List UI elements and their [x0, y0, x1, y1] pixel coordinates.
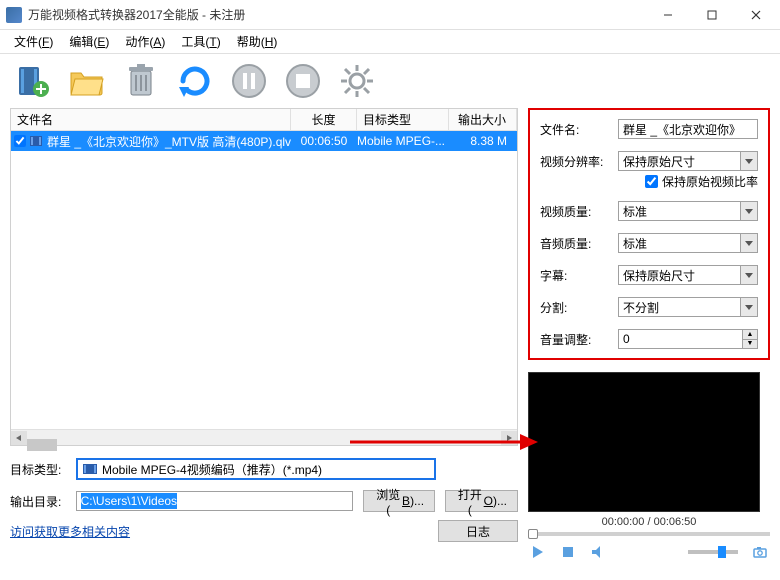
toolbar: [0, 54, 780, 108]
row-size: 8.38 M: [449, 134, 517, 148]
setting-subtitle-select[interactable]: 保持原始尺寸: [618, 265, 758, 285]
setting-volume-label: 音量调整:: [540, 331, 618, 348]
row-target: Mobile MPEG-...: [357, 134, 449, 148]
setting-aquality-select[interactable]: 标准: [618, 233, 758, 253]
volume-slider[interactable]: [688, 550, 738, 554]
chevron-down-icon[interactable]: [740, 233, 758, 253]
horizontal-scrollbar[interactable]: [11, 429, 517, 445]
stop-button[interactable]: [280, 58, 326, 104]
menu-file[interactable]: 文件(F): [6, 30, 61, 53]
app-icon: [6, 7, 22, 23]
row-filename: 群星 _《北京欢迎你》_MTV版 高清(480P).qlv: [47, 133, 291, 150]
settings-button[interactable]: [334, 58, 380, 104]
preview-time: 00:00:00 / 00:06:50: [528, 516, 770, 528]
volume-knob[interactable]: [718, 546, 726, 558]
pause-button[interactable]: [226, 58, 272, 104]
scrollbar-thumb[interactable]: [27, 439, 57, 451]
menu-tools[interactable]: 工具(T): [173, 30, 228, 53]
target-type-select[interactable]: Mobile MPEG-4视频编码（推荐）(*.mp4): [76, 458, 436, 480]
volume-icon[interactable]: [590, 544, 606, 560]
video-preview: [528, 372, 760, 512]
convert-button[interactable]: [172, 58, 218, 104]
setting-resolution-label: 视频分辨率:: [540, 153, 618, 170]
col-size[interactable]: 输出大小: [449, 109, 517, 130]
setting-resolution-select[interactable]: 保持原始尺寸: [618, 151, 758, 171]
col-length[interactable]: 长度: [291, 109, 357, 130]
setting-aquality-label: 音频质量:: [540, 235, 618, 252]
row-checkbox[interactable]: [14, 135, 26, 147]
play-button[interactable]: [530, 544, 546, 560]
menubar: 文件(F) 编辑(E) 动作(A) 工具(T) 帮助(H): [0, 30, 780, 54]
scroll-left-icon[interactable]: [11, 431, 27, 445]
chevron-down-icon[interactable]: [740, 297, 758, 317]
minimize-button[interactable]: [646, 1, 690, 29]
format-icon: [82, 462, 98, 476]
chevron-down-icon[interactable]: [740, 201, 758, 221]
row-length: 00:06:50: [291, 134, 357, 148]
setting-filename-label: 文件名:: [540, 121, 618, 138]
add-file-button[interactable]: [10, 58, 56, 104]
open-button[interactable]: 打开(O)...: [445, 490, 518, 512]
volume-input[interactable]: [618, 329, 742, 349]
target-type-label: 目标类型:: [10, 461, 66, 478]
output-dir-label: 输出目录:: [10, 493, 66, 510]
log-button[interactable]: 日志: [438, 520, 518, 542]
keep-ratio-checkbox[interactable]: [645, 175, 658, 188]
setting-volume-spinner[interactable]: ▲ ▼: [618, 329, 758, 349]
output-dir-input[interactable]: C:\Users\1\Videos: [76, 491, 354, 511]
close-button[interactable]: [734, 1, 778, 29]
chevron-down-icon[interactable]: [740, 151, 758, 171]
setting-split-label: 分割:: [540, 299, 618, 316]
target-type-value: Mobile MPEG-4视频编码（推荐）(*.mp4): [102, 461, 322, 478]
player-stop-button[interactable]: [560, 544, 576, 560]
setting-filename-input[interactable]: 群星 _《北京欢迎你》: [618, 119, 758, 139]
menu-help[interactable]: 帮助(H): [229, 30, 286, 53]
setting-subtitle-label: 字幕:: [540, 267, 618, 284]
keep-ratio-label: 保持原始视频比率: [662, 173, 758, 190]
col-filename[interactable]: 文件名: [11, 109, 291, 130]
window-title: 万能视频格式转换器2017全能版 - 未注册: [28, 6, 646, 23]
snapshot-button[interactable]: [752, 544, 768, 560]
setting-vquality-select[interactable]: 标准: [618, 201, 758, 221]
spinner-down-icon[interactable]: ▼: [742, 339, 758, 350]
col-target[interactable]: 目标类型: [357, 109, 449, 130]
titlebar: 万能视频格式转换器2017全能版 - 未注册: [0, 0, 780, 30]
progress-knob[interactable]: [528, 529, 538, 539]
spinner-up-icon[interactable]: ▲: [742, 329, 758, 339]
setting-split-select[interactable]: 不分割: [618, 297, 758, 317]
menu-edit[interactable]: 编辑(E): [61, 30, 117, 53]
delete-button[interactable]: [118, 58, 164, 104]
settings-panel: 文件名: 群星 _《北京欢迎你》 视频分辨率: 保持原始尺寸 保持原始视频比率 …: [528, 108, 770, 360]
setting-vquality-label: 视频质量:: [540, 203, 618, 220]
file-row[interactable]: 群星 _《北京欢迎你》_MTV版 高清(480P).qlv 00:06:50 M…: [11, 131, 517, 151]
scroll-right-icon[interactable]: [501, 431, 517, 445]
output-dir-value: C:\Users\1\Videos: [81, 493, 178, 509]
chevron-down-icon[interactable]: [740, 265, 758, 285]
browse-button[interactable]: 浏览(B)...: [363, 490, 435, 512]
video-file-icon: [29, 134, 45, 148]
file-list[interactable]: 文件名 长度 目标类型 输出大小 群星 _《北京欢迎你》_MTV版 高清(480…: [10, 108, 518, 446]
progress-slider[interactable]: [528, 532, 770, 536]
more-content-link[interactable]: 访问获取更多相关内容: [10, 523, 130, 540]
maximize-button[interactable]: [690, 1, 734, 29]
menu-action[interactable]: 动作(A): [117, 30, 173, 53]
open-folder-button[interactable]: [64, 58, 110, 104]
